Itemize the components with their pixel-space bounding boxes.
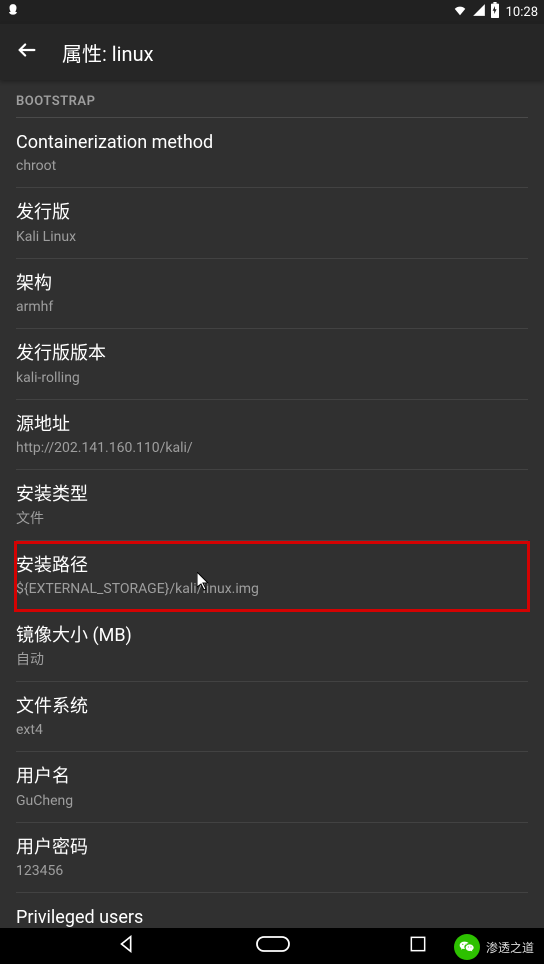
status-bar: 10:28 — [0, 0, 544, 24]
list-item[interactable]: 镜像大小 (MB) 自动 — [16, 611, 528, 681]
item-label: 发行版版本 — [16, 342, 528, 366]
app-bar: 属性: linux — [0, 24, 544, 80]
item-value: Kali Linux — [16, 228, 528, 246]
item-label: 发行版 — [16, 201, 528, 225]
item-value: armhf — [16, 298, 528, 316]
list-item[interactable]: 发行版 Kali Linux — [16, 188, 528, 258]
item-value: ${EXTERNAL_STORAGE}/kali/linux.img — [16, 580, 528, 598]
back-icon[interactable] — [16, 39, 38, 65]
item-label: 安装路径 — [16, 554, 528, 578]
item-value: 自动 — [16, 651, 528, 669]
list-item[interactable]: 安装类型 文件 — [16, 470, 528, 540]
nav-recent-icon[interactable] — [408, 934, 428, 958]
list-item[interactable]: 用户密码 123456 — [16, 823, 528, 893]
item-value: kali-rolling — [16, 369, 528, 387]
list-item-install-path[interactable]: 安装路径 ${EXTERNAL_STORAGE}/kali/linux.img — [16, 541, 528, 611]
item-label: Containerization method — [16, 131, 528, 155]
item-label: 镜像大小 (MB) — [16, 624, 528, 648]
watermark-text: 渗透之道 — [486, 939, 534, 956]
section-header-bootstrap: BOOTSTRAP — [16, 80, 528, 118]
nav-home-icon[interactable] — [251, 935, 295, 957]
list-item[interactable]: Containerization method chroot — [16, 118, 528, 188]
item-value: 123456 — [16, 862, 528, 880]
item-value: ext4 — [16, 721, 528, 739]
item-value: GuCheng — [16, 792, 528, 810]
signal-icon — [472, 3, 486, 21]
status-time: 10:28 — [506, 5, 538, 20]
item-value: 文件 — [16, 510, 528, 528]
item-label: 用户密码 — [16, 836, 528, 860]
item-label: 用户名 — [16, 765, 528, 789]
list-item[interactable]: 架构 armhf — [16, 259, 528, 329]
nav-back-icon[interactable] — [116, 933, 138, 959]
wifi-icon — [452, 3, 468, 21]
item-value: http://202.141.160.110/kali/ — [16, 439, 528, 457]
battery-charging-icon — [490, 2, 500, 22]
wechat-icon — [454, 934, 480, 960]
page-title: 属性: linux — [62, 38, 154, 67]
list-item[interactable]: 用户名 GuCheng — [16, 752, 528, 822]
item-label: 文件系统 — [16, 695, 528, 719]
settings-list: BOOTSTRAP Containerization method chroot… — [0, 80, 544, 964]
watermark: 渗透之道 — [454, 934, 534, 960]
list-item[interactable]: 发行版版本 kali-rolling — [16, 329, 528, 399]
item-value: chroot — [16, 157, 528, 175]
item-label: 源地址 — [16, 413, 528, 437]
item-label: 架构 — [16, 272, 528, 296]
item-label: Privileged users — [16, 906, 528, 930]
list-item[interactable]: 源地址 http://202.141.160.110/kali/ — [16, 400, 528, 470]
item-label: 安装类型 — [16, 483, 528, 507]
list-item[interactable]: 文件系统 ext4 — [16, 682, 528, 752]
notification-icon — [6, 3, 20, 21]
